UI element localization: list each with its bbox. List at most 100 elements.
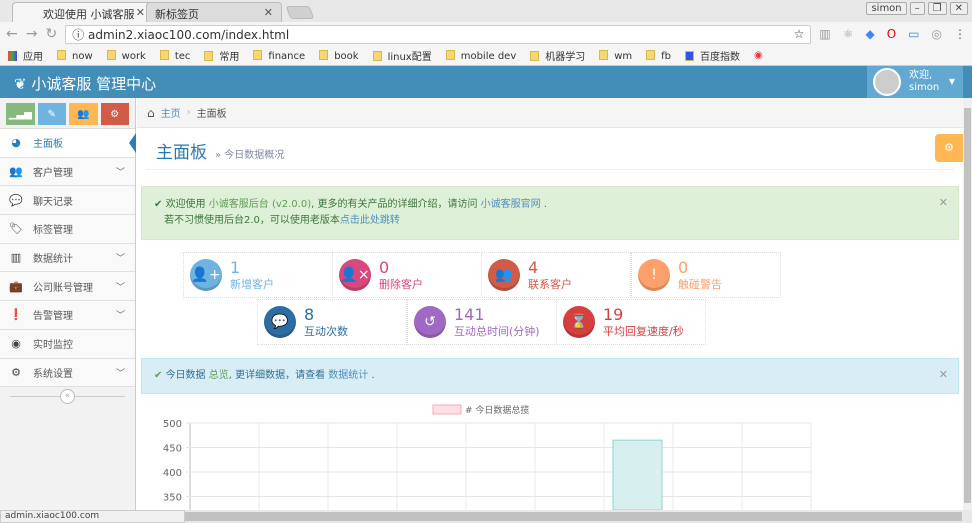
- bookmark-item[interactable]: finance: [253, 49, 305, 62]
- folder-icon: [646, 49, 656, 60]
- sidebar-item[interactable]: ◕ 主面板: [0, 129, 136, 158]
- bookmark-item[interactable]: tec: [159, 49, 190, 62]
- check-icon: ✔: [154, 370, 166, 381]
- close-icon[interactable]: ✕: [939, 195, 948, 211]
- bookmark-label: 百度指数: [700, 52, 741, 63]
- y-tick-label: 400: [163, 468, 182, 479]
- close-icon[interactable]: ✕: [939, 367, 948, 383]
- breadcrumb-current: 主面板: [196, 109, 227, 120]
- extension-icon[interactable]: ▥: [819, 27, 830, 41]
- y-tick-label: 350: [163, 493, 182, 504]
- stat-box: ↺ 141 互动总时间(分钟): [407, 299, 557, 345]
- bookmark-label: 机器学习: [545, 52, 586, 63]
- bookmark-label: linux配置: [387, 52, 432, 63]
- bookmark-item[interactable]: fb: [646, 49, 671, 62]
- bookmark-label: 常用: [219, 52, 240, 63]
- cogs-shortcut-button[interactable]: ⚙: [100, 103, 129, 125]
- folder-icon: [57, 49, 66, 60]
- chevron-down-icon: ﹀: [115, 254, 125, 265]
- user-menu[interactable]: 欢迎, simon ▼: [867, 66, 963, 98]
- opera-icon[interactable]: O: [887, 27, 896, 41]
- stat-label: 新增客户: [230, 277, 274, 291]
- stat-value: 0: [678, 257, 689, 277]
- restore-button[interactable]: ❐: [927, 2, 947, 15]
- bookmark-item[interactable]: linux配置: [372, 48, 432, 63]
- tab-new[interactable]: 新标签页 ✕: [146, 2, 282, 22]
- bookmark-item[interactable]: 应用: [8, 48, 43, 63]
- reload-icon[interactable]: ↻: [45, 26, 57, 42]
- bookmark-item[interactable]: book: [319, 49, 359, 62]
- star-icon[interactable]: ☆: [794, 27, 805, 41]
- statistics-link[interactable]: 数据统计: [328, 370, 368, 381]
- vertical-scrollbar[interactable]: [963, 98, 972, 510]
- cast-icon[interactable]: ▭: [908, 27, 919, 41]
- signal-shortcut-button[interactable]: ▁▃▅: [6, 103, 35, 125]
- stat-box: ! 0 触碰警告: [631, 252, 781, 298]
- close-window-button[interactable]: ✕: [949, 2, 968, 15]
- sidebar: ▁▃▅ ✎ 👥 ⚙ ◕ 主面板 👥 客户管理 ﹀ 💬 聊天记录 🏷 标签管理 ▥ 数据统计 ﹀ 💼 公司账…: [0, 98, 136, 510]
- bookmark-item[interactable]: mobile dev: [445, 49, 516, 62]
- profile-button[interactable]: simon: [866, 2, 907, 15]
- info-alert: ✕ ✔ 今日数据 总览, 更详细数据，请查看 数据统计 .: [141, 358, 959, 394]
- stat-box: 👤× 0 删除客户: [332, 252, 482, 298]
- bookmark-item[interactable]: 机器学习: [530, 48, 585, 63]
- stat-value: 19: [603, 304, 624, 324]
- horizontal-scrollbar[interactable]: [185, 512, 962, 521]
- address-bar[interactable]: ⓘ admin2.xiaoc100.com/index.html ☆: [65, 24, 812, 44]
- old-version-link[interactable]: 点击此处跳转: [340, 215, 400, 226]
- status-url: admin.xiaoc100.com: [0, 510, 185, 523]
- bookmark-item[interactable]: now: [57, 49, 93, 62]
- official-site-link[interactable]: 小诚客服官网: [481, 199, 541, 210]
- users-shortcut-button[interactable]: 👥: [69, 103, 98, 125]
- bookmark-item[interactable]: wm: [599, 49, 632, 62]
- sidebar-item[interactable]: 💬 聊天记录: [0, 186, 135, 216]
- folder-icon: [319, 49, 329, 60]
- breadcrumb-home[interactable]: 主页: [161, 105, 181, 120]
- tab-active[interactable]: 欢迎使用 小诚客服 ✕: [12, 2, 154, 22]
- stat-box: 👤+ 1 新增客户: [183, 252, 333, 298]
- extension-icon[interactable]: ◎: [932, 27, 942, 41]
- sidebar-item[interactable]: 👥 客户管理 ﹀: [0, 157, 135, 187]
- leaf-icon: ❦: [14, 75, 32, 93]
- translate-icon[interactable]: ◆: [865, 27, 874, 41]
- pencil-shortcut-button[interactable]: ✎: [37, 103, 66, 125]
- info-icon: ⓘ: [72, 27, 89, 42]
- sidebar-item[interactable]: ▥ 数据统计 ﹀: [0, 243, 135, 273]
- sidebar-item[interactable]: 💼 公司账号管理 ﹀: [0, 272, 135, 302]
- double-chevron-left-icon[interactable]: «: [60, 389, 75, 405]
- sidebar-item[interactable]: 🏷 标签管理: [0, 215, 135, 244]
- bookmark-item[interactable]: work: [106, 49, 146, 62]
- sidebar-item[interactable]: ◉ 实时监控: [0, 329, 135, 359]
- bookmark-item[interactable]: 常用: [204, 48, 239, 63]
- overview-link[interactable]: 总览: [209, 370, 229, 381]
- stat-box: ⌛ 19 平均回复速度/秒: [556, 299, 706, 345]
- forward-icon[interactable]: →: [26, 26, 38, 42]
- close-icon[interactable]: ✕: [136, 6, 145, 19]
- dashboard-icon: ◕: [11, 136, 21, 150]
- stat-icon: ↺: [414, 306, 446, 338]
- sidebar-item[interactable]: ❗ 告警管理 ﹀: [0, 301, 135, 330]
- new-tab-button[interactable]: [285, 6, 315, 19]
- text: 欢迎使用: [165, 199, 206, 210]
- minimize-button[interactable]: –: [909, 2, 925, 15]
- folder-icon: [159, 49, 169, 60]
- stat-label: 平均回复速度/秒: [603, 324, 684, 338]
- check-icon: ✔: [154, 199, 166, 210]
- settings-gear-button[interactable]: ⚙: [935, 134, 963, 162]
- back-icon[interactable]: ←: [6, 26, 18, 42]
- sidebar-item-label: 实时监控: [33, 340, 73, 352]
- breadcrumb: ⌂ 主页 › 主面板: [137, 98, 963, 128]
- sidebar-item[interactable]: ⚙ 系统设置 ﹀: [0, 358, 135, 388]
- menu-icon[interactable]: ⋮: [954, 27, 966, 41]
- brand[interactable]: ❦ 小诚客服 管理中心: [14, 73, 156, 94]
- bookmark-item[interactable]: 百度指数: [685, 48, 740, 63]
- close-icon[interactable]: ✕: [264, 6, 273, 19]
- sidebar-item-label: 客户管理: [33, 168, 73, 180]
- wechat-icon: 💬: [9, 193, 23, 207]
- extension-icon[interactable]: ⚛: [843, 27, 854, 41]
- y-tick-label: 500: [163, 419, 182, 430]
- chevron-down-icon: ﹀: [115, 282, 125, 293]
- page-subtitle: » 今日数据概况: [215, 150, 285, 161]
- weibo-icon[interactable]: ◉: [754, 50, 763, 61]
- bar-chart: # 今日数据总揽 500 450 400 350: [163, 404, 812, 510]
